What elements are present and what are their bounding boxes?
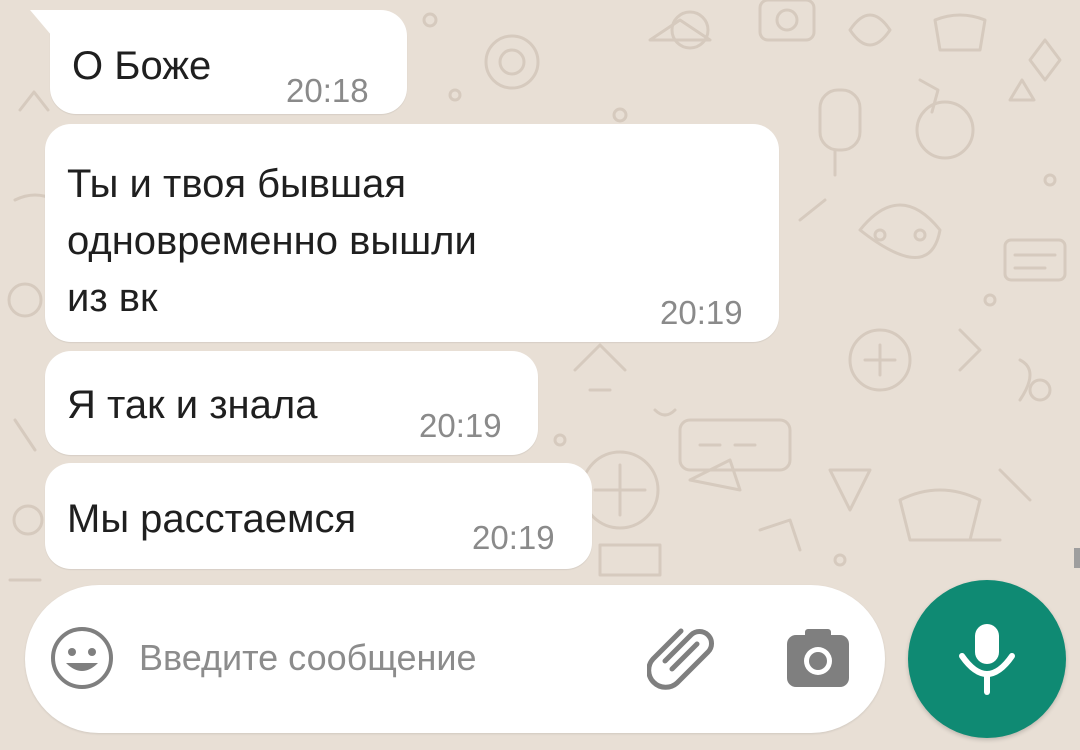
message-text: О Боже [72, 44, 212, 88]
bubble-tail [30, 10, 52, 36]
message-text: Мы расстаемся [67, 497, 357, 541]
message-bubble[interactable]: Мы расстаемся 20:19 [45, 463, 592, 569]
scroll-indicator[interactable] [1074, 548, 1080, 568]
paperclip-icon[interactable] [647, 625, 719, 697]
message-text: Я так и знала [67, 383, 318, 427]
message-bubble[interactable]: Я так и знала 20:19 [45, 351, 538, 455]
message-composer [25, 585, 885, 733]
microphone-icon [959, 624, 1015, 695]
camera-icon[interactable] [785, 629, 851, 691]
message-text: Ты и твоя бывшая одновременно вышли из в… [67, 162, 477, 320]
message-time: 20:19 [472, 519, 555, 556]
message-bubble[interactable]: Ты и твоя бывшая одновременно вышли из в… [45, 124, 779, 342]
message-time: 20:19 [419, 407, 502, 444]
message-time: 20:19 [660, 294, 743, 331]
message-input[interactable] [139, 633, 619, 683]
smiley-icon[interactable] [49, 625, 115, 691]
message-bubble[interactable]: О Боже 20:18 [50, 10, 407, 114]
voice-record-button[interactable] [908, 580, 1066, 738]
message-time: 20:18 [286, 72, 369, 109]
